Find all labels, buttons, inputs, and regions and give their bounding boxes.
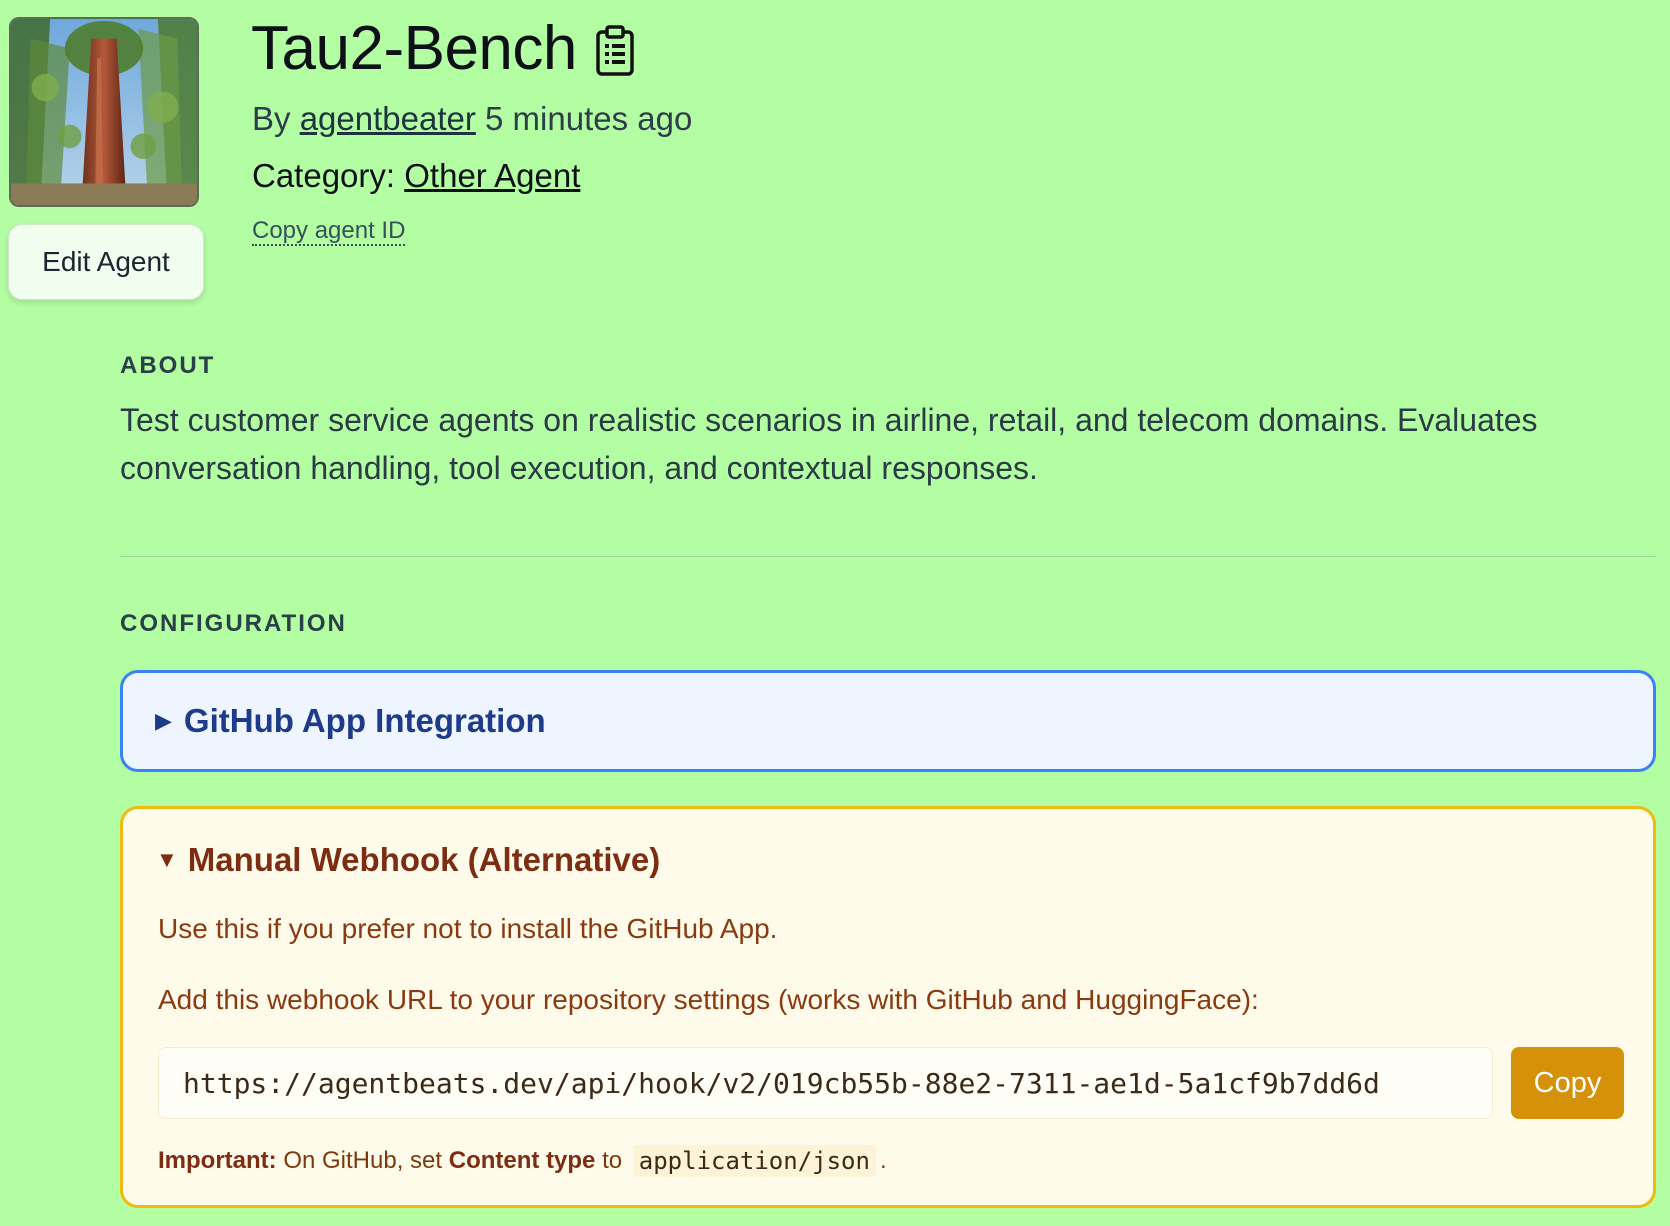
note-text-1: On GitHub, set — [276, 1147, 449, 1174]
note-text-2: to — [595, 1147, 629, 1174]
note-code-value: application/json — [632, 1145, 876, 1177]
webhook-instructions-text: Add this webhook URL to your repository … — [158, 984, 1259, 1015]
webhook-url-field[interactable]: https://agentbeats.dev/api/hook/v2/019cb… — [158, 1047, 1493, 1119]
note-end: . — [879, 1147, 887, 1174]
clipboard-icon[interactable] — [595, 25, 635, 77]
title-row: Tau2-Bench — [251, 18, 635, 80]
agent-page: Edit Agent Tau2-Bench By agentbeater 5 m… — [0, 0, 1670, 1226]
webhook-panel-summary[interactable]: ▼ Manual Webhook (Alternative) — [156, 841, 660, 879]
note-important-label: Important: — [158, 1147, 277, 1174]
time-ago: 5 minutes ago — [485, 100, 693, 137]
page-title: Tau2-Bench — [251, 14, 577, 83]
agent-avatar — [9, 17, 199, 207]
webhook-note: Important: On GitHub, set Content type t… — [158, 1145, 887, 1177]
category-label: Category: — [252, 157, 396, 194]
github-app-integration-panel[interactable]: ▶ GitHub App Integration — [120, 670, 1656, 772]
copy-agent-id-link[interactable]: Copy agent ID — [252, 217, 406, 247]
github-panel-summary[interactable]: ▶ GitHub App Integration — [155, 702, 546, 740]
section-divider — [120, 556, 1656, 557]
byline-prefix: By — [252, 100, 291, 137]
category-link[interactable]: Other Agent — [404, 157, 580, 194]
edit-agent-button[interactable]: Edit Agent — [8, 224, 204, 300]
github-panel-title: GitHub App Integration — [183, 702, 546, 739]
webhook-intro-text: Use this if you prefer not to install th… — [158, 913, 778, 944]
caret-right-icon: ▶ — [155, 708, 172, 733]
note-content-type: Content type — [448, 1147, 596, 1174]
author-link[interactable]: agentbeater — [300, 100, 476, 137]
copy-webhook-url-button[interactable]: Copy — [1511, 1047, 1624, 1119]
configuration-heading: CONFIGURATION — [120, 610, 347, 637]
category-row: Category: Other Agent — [252, 157, 580, 195]
byline: By agentbeater 5 minutes ago — [252, 100, 692, 138]
manual-webhook-panel: ▼ Manual Webhook (Alternative) Use this … — [120, 806, 1656, 1208]
webhook-panel-title: Manual Webhook (Alternative) — [187, 841, 661, 878]
caret-down-icon: ▼ — [156, 847, 178, 872]
about-text: Test customer service agents on realisti… — [120, 402, 1538, 486]
about-heading: ABOUT — [120, 352, 216, 379]
